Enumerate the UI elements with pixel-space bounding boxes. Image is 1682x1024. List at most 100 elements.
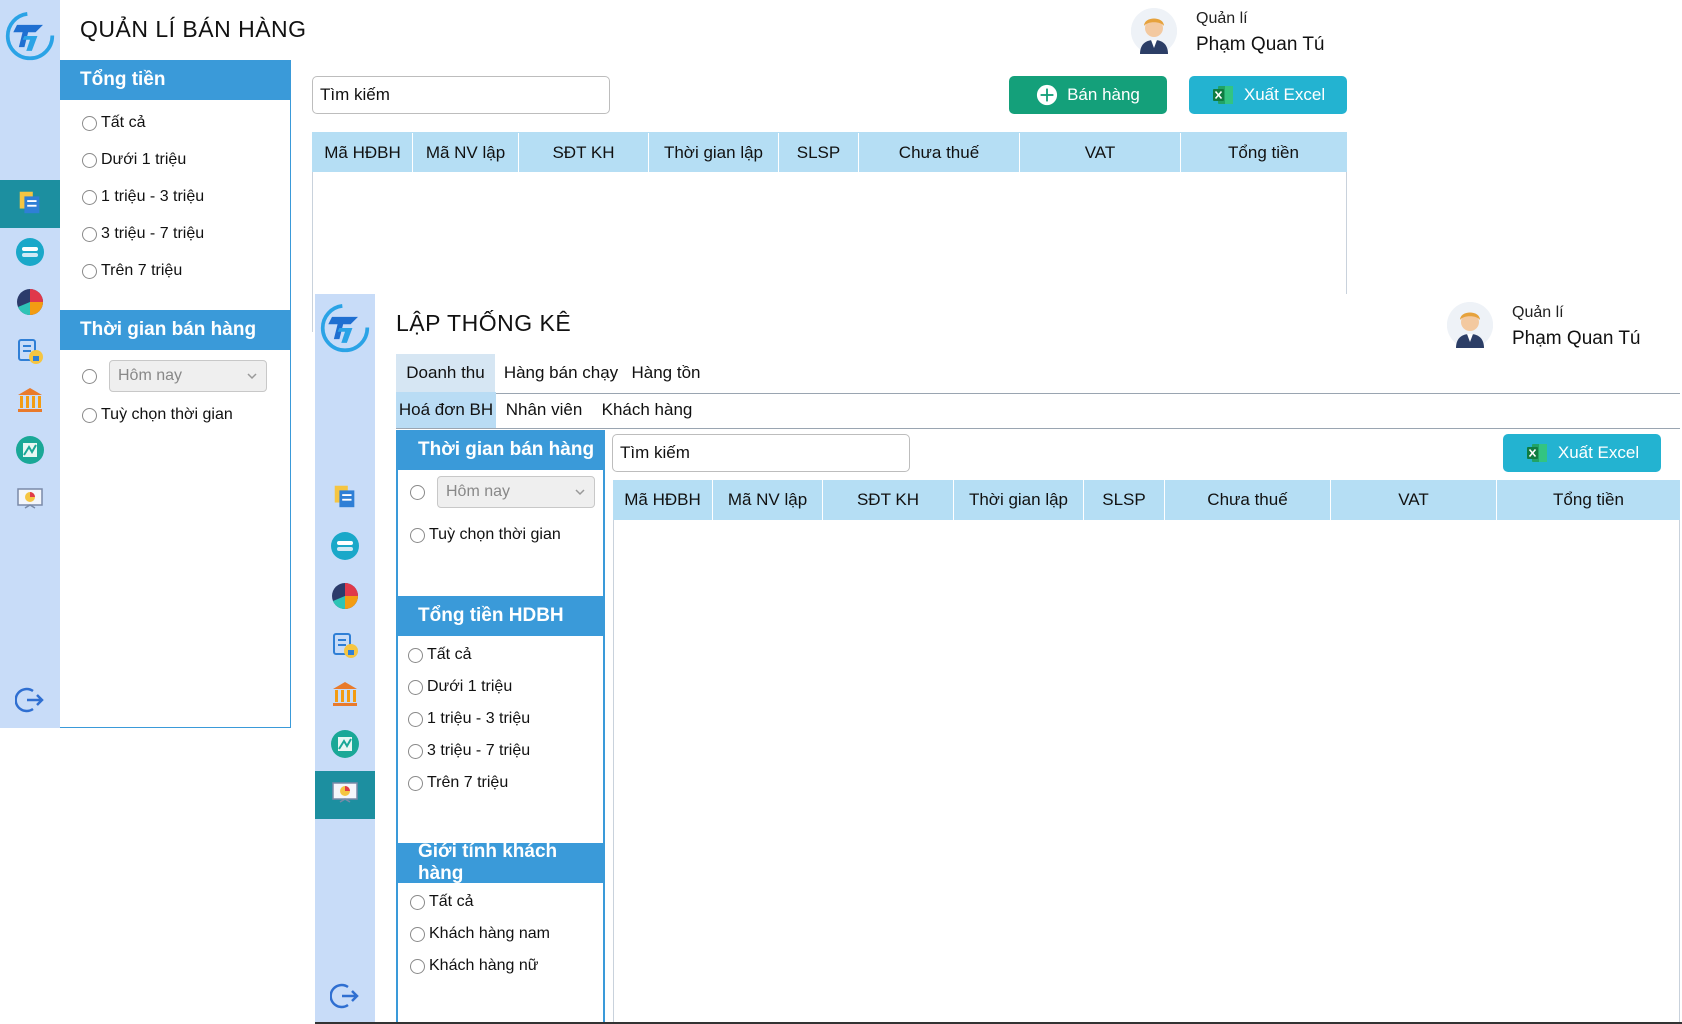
sell-button[interactable]: Bán hàng xyxy=(1009,76,1167,114)
stats-table-body xyxy=(613,520,1680,1022)
rail-database[interactable] xyxy=(315,524,375,572)
time-filter-heading: Thời gian bán hàng xyxy=(60,310,290,350)
time-option-custom[interactable]: Tuỳ chọn thời gian xyxy=(410,526,561,544)
sales-table-header: Mã HĐBH Mã NV lập SĐT KH Thời gian lập S… xyxy=(312,132,1347,173)
avatar[interactable] xyxy=(1131,8,1177,54)
avatar[interactable] xyxy=(1447,302,1493,348)
radio[interactable] xyxy=(82,226,97,242)
time-option-preset[interactable]: Hôm nay xyxy=(82,360,267,392)
time-option-preset[interactable]: Hôm nay xyxy=(410,476,595,508)
radio[interactable] xyxy=(408,647,423,663)
subtab-customer[interactable]: Khách hàng xyxy=(593,392,701,428)
col-product-qty[interactable]: SLSP xyxy=(1084,480,1165,520)
export-excel-button[interactable]: Xuất Excel xyxy=(1189,76,1347,114)
gender-option-female[interactable]: Khách hàng nữ xyxy=(410,957,538,975)
col-vat[interactable]: VAT xyxy=(1020,133,1181,173)
total-filter-heading: Tổng tiền HDBH xyxy=(398,596,603,636)
rail-statistics[interactable] xyxy=(0,280,60,328)
total-option-all[interactable]: Tất cả xyxy=(82,114,145,132)
col-pre-tax[interactable]: Chưa thuế xyxy=(1165,480,1331,520)
radio[interactable] xyxy=(82,368,97,384)
radio[interactable] xyxy=(82,263,97,279)
radio[interactable] xyxy=(408,775,423,791)
gender-option-all[interactable]: Tất cả xyxy=(410,893,473,911)
chevron-down-icon xyxy=(246,370,258,382)
stats-table-header: Mã HĐBH Mã NV lập SĐT KH Thời gian lập S… xyxy=(613,480,1680,520)
excel-icon xyxy=(1525,441,1549,465)
subtab-sales-invoice[interactable]: Hoá đơn BH xyxy=(396,392,496,428)
rail-accounts[interactable] xyxy=(315,623,375,671)
radio[interactable] xyxy=(408,679,423,695)
sell-button-label: Bán hàng xyxy=(1067,85,1140,104)
radio[interactable] xyxy=(82,407,97,423)
total-option-1-3m[interactable]: 1 triệu - 3 triệu xyxy=(408,710,530,728)
time-preset-select[interactable]: Hôm nay xyxy=(109,360,267,392)
col-product-qty[interactable]: SLSP xyxy=(779,133,859,173)
excel-icon xyxy=(1211,83,1235,107)
radio[interactable] xyxy=(410,894,425,910)
logout-icon xyxy=(330,981,360,1016)
rail-invoice[interactable] xyxy=(315,474,375,522)
filter-panel: Tổng tiền Tất cả Dưới 1 triệu 1 triệu - … xyxy=(60,60,291,728)
radio[interactable] xyxy=(82,115,97,131)
col-employee-id[interactable]: Mã NV lập xyxy=(413,133,519,173)
radio[interactable] xyxy=(410,958,425,974)
rail-report[interactable] xyxy=(0,477,60,525)
col-invoice-id[interactable]: Mã HĐBH xyxy=(313,133,413,173)
col-invoice-id[interactable]: Mã HĐBH xyxy=(613,480,713,520)
rail-report[interactable] xyxy=(315,771,375,819)
radio[interactable] xyxy=(410,527,425,543)
total-option-under-1m[interactable]: Dưới 1 triệu xyxy=(408,678,512,696)
page-title: LẬP THỐNG KÊ xyxy=(396,310,572,336)
tab-revenue[interactable]: Doanh thu xyxy=(396,354,495,392)
radio[interactable] xyxy=(408,711,423,727)
col-employee-id[interactable]: Mã NV lập xyxy=(713,480,823,520)
export-excel-button[interactable]: Xuất Excel xyxy=(1503,434,1661,472)
radio[interactable] xyxy=(82,189,97,205)
account-lock-icon xyxy=(15,336,45,371)
total-option-under-1m[interactable]: Dưới 1 triệu xyxy=(82,151,186,169)
rail-map[interactable] xyxy=(0,428,60,476)
col-created-time[interactable]: Thời gian lập xyxy=(954,480,1084,520)
col-pre-tax[interactable]: Chưa thuế xyxy=(859,133,1020,173)
time-preset-select[interactable]: Hôm nay xyxy=(437,476,595,508)
rail-bank[interactable] xyxy=(315,672,375,720)
total-option-1-3m[interactable]: 1 triệu - 3 triệu xyxy=(82,188,204,206)
col-total[interactable]: Tổng tiền xyxy=(1497,480,1680,520)
tab-inventory[interactable]: Hàng tồn xyxy=(627,354,705,392)
pie-chart-icon xyxy=(330,581,360,616)
total-option-3-7m[interactable]: 3 triệu - 7 triệu xyxy=(408,742,530,760)
subtabs-divider xyxy=(396,428,1680,429)
col-customer-phone[interactable]: SĐT KH xyxy=(823,480,954,520)
col-vat[interactable]: VAT xyxy=(1331,480,1497,520)
option-label: Khách hàng nữ xyxy=(429,957,539,974)
search-input[interactable]: Tìm kiếm xyxy=(312,76,610,114)
search-input[interactable]: Tìm kiếm xyxy=(612,434,910,472)
col-created-time[interactable]: Thời gian lập xyxy=(649,133,779,173)
radio[interactable] xyxy=(408,743,423,759)
radio[interactable] xyxy=(82,152,97,168)
rail-statistics[interactable] xyxy=(315,574,375,622)
gender-option-male[interactable]: Khách hàng nam xyxy=(410,925,550,943)
total-option-all[interactable]: Tất cả xyxy=(408,646,471,664)
rail-database[interactable] xyxy=(0,230,60,278)
rail-map[interactable] xyxy=(315,722,375,770)
option-label: Trên 7 triệu xyxy=(101,262,183,279)
rail-invoice[interactable] xyxy=(0,180,60,228)
col-customer-phone[interactable]: SĐT KH xyxy=(519,133,649,173)
total-option-3-7m[interactable]: 3 triệu - 7 triệu xyxy=(82,225,204,243)
rail-logout[interactable] xyxy=(315,974,375,1022)
time-option-custom[interactable]: Tuỳ chọn thời gian xyxy=(82,406,233,424)
database-icon xyxy=(15,237,45,272)
radio[interactable] xyxy=(410,484,425,500)
rail-accounts[interactable] xyxy=(0,329,60,377)
tab-best-sellers[interactable]: Hàng bán chạy xyxy=(497,354,625,392)
col-total[interactable]: Tổng tiền xyxy=(1181,133,1346,173)
option-label: Dưới 1 triệu xyxy=(427,678,513,695)
total-option-over-7m[interactable]: Trên 7 triệu xyxy=(408,774,508,792)
rail-bank[interactable] xyxy=(0,378,60,426)
subtab-employee[interactable]: Nhân viên xyxy=(498,392,590,428)
rail-logout[interactable] xyxy=(0,678,60,726)
radio[interactable] xyxy=(410,926,425,942)
total-option-over-7m[interactable]: Trên 7 triệu xyxy=(82,262,182,280)
